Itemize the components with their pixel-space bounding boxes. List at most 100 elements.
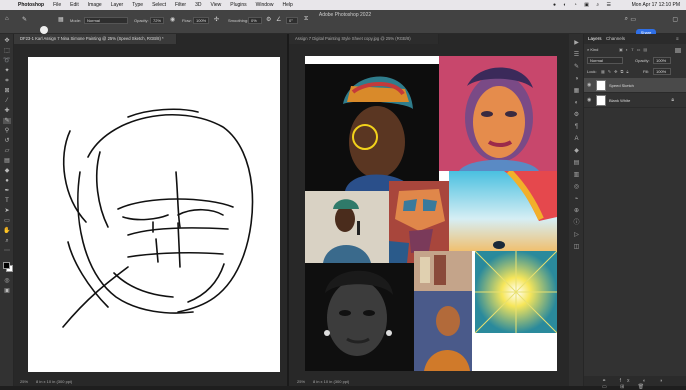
filter-type-icons[interactable]: ▣◐T▭▤ bbox=[619, 47, 650, 52]
hand-tool-icon[interactable]: ✋ bbox=[3, 228, 11, 234]
foreground-color-swatch[interactable] bbox=[3, 262, 10, 269]
zoom-tool-icon[interactable]: ⌕ bbox=[3, 238, 11, 244]
history-brush-icon[interactable]: ↺ bbox=[3, 138, 11, 144]
menu-edit[interactable]: Edit bbox=[70, 2, 79, 8]
swatches-panel-icon[interactable]: ▦ bbox=[573, 88, 580, 95]
panel-menu-icon[interactable]: ≡ bbox=[676, 36, 679, 41]
crop-tool-icon[interactable]: ⌗ bbox=[3, 78, 11, 84]
character-panel-icon[interactable]: A bbox=[573, 136, 580, 143]
frame-tool-icon[interactable]: ⊠ bbox=[3, 88, 11, 94]
pen-tool-icon[interactable]: ✒ bbox=[3, 188, 11, 194]
smoothing-settings-icon[interactable]: ⚙ bbox=[266, 16, 271, 23]
actions-panel-icon[interactable]: ▷ bbox=[573, 232, 580, 239]
marquee-tool-icon[interactable]: ⬚ bbox=[3, 48, 11, 54]
smoothing-input[interactable]: 0% bbox=[248, 17, 262, 24]
window-controls-icon[interactable]: ▢ bbox=[672, 16, 678, 23]
layer-comps-panel-icon[interactable]: ◫ bbox=[573, 244, 580, 251]
shapes-panel-icon[interactable]: ◆ bbox=[573, 148, 580, 155]
angle-input[interactable]: 0° bbox=[286, 17, 298, 24]
menu-view[interactable]: View bbox=[211, 2, 222, 8]
layer-name[interactable]: Blank White bbox=[609, 93, 630, 108]
menu-type[interactable]: Type bbox=[132, 2, 143, 8]
panel-opacity-label: Opacity: bbox=[635, 58, 650, 63]
color-panel-icon[interactable]: ◑ bbox=[573, 76, 580, 83]
layer-name[interactable]: Speed Sketch bbox=[609, 78, 634, 93]
brush-tool-icon[interactable]: ✎ bbox=[3, 118, 11, 124]
angle-icon[interactable]: ∠ bbox=[276, 16, 281, 23]
visibility-eye-icon[interactable]: ◉ bbox=[587, 93, 591, 108]
brush-preset-icon[interactable]: ✎ bbox=[22, 16, 27, 23]
airbrush-icon[interactable]: ✣ bbox=[214, 16, 219, 23]
opacity-input[interactable]: 72% bbox=[150, 17, 164, 24]
gradients-panel-icon[interactable]: ▥ bbox=[573, 172, 580, 179]
quick-mask-icon[interactable]: ◎ bbox=[3, 278, 11, 284]
more-tools-icon[interactable]: ⋯ bbox=[3, 248, 11, 254]
brush-size-dot[interactable] bbox=[40, 26, 48, 34]
filter-kind-select[interactable]: Kind bbox=[590, 47, 598, 52]
type-tool-icon[interactable]: T bbox=[3, 198, 11, 204]
eyedropper-icon[interactable]: ⁄ bbox=[3, 98, 11, 104]
healing-brush-icon[interactable]: ✚ bbox=[3, 108, 11, 114]
gradient-tool-icon[interactable]: ▤ bbox=[3, 158, 11, 164]
style-sheet-canvas[interactable] bbox=[305, 56, 557, 371]
fill-input[interactable]: 100% bbox=[653, 68, 671, 75]
pressure-opacity-icon[interactable]: ◉ bbox=[170, 16, 175, 23]
visibility-eye-icon[interactable]: ◉ bbox=[587, 78, 591, 93]
channels-panel-icon[interactable]: ◎ bbox=[573, 184, 580, 191]
menu-file[interactable]: File bbox=[53, 2, 61, 8]
brush-settings-icon[interactable]: ▦ bbox=[58, 16, 64, 23]
paths-panel-icon[interactable]: ⌁ bbox=[573, 196, 580, 203]
panel-opacity-input[interactable]: 100% bbox=[653, 57, 671, 64]
navigator-panel-icon[interactable]: ⊕ bbox=[573, 208, 580, 215]
menu-app-name[interactable]: Photoshop bbox=[18, 2, 44, 8]
flow-input[interactable]: 100% bbox=[193, 17, 209, 24]
adjustments-panel-icon[interactable]: ◐ bbox=[573, 100, 580, 107]
screen-mode-icon[interactable]: ▣ bbox=[3, 288, 11, 294]
layer-row-blank-white[interactable]: ◉ Blank White 🔒︎ bbox=[584, 93, 686, 108]
system-tray-icons[interactable]: ● ◐ ◔ ▣ ⌕ ☰ bbox=[553, 2, 614, 8]
menu-help[interactable]: Help bbox=[282, 2, 292, 8]
brushes-panel-icon[interactable]: ✎ bbox=[573, 64, 580, 71]
menu-image[interactable]: Image bbox=[88, 2, 102, 8]
home-icon[interactable]: ⌂ bbox=[5, 16, 9, 22]
menu-layer[interactable]: Layer bbox=[111, 2, 124, 8]
menu-window[interactable]: Window bbox=[256, 2, 274, 8]
tab-layers[interactable]: Layers bbox=[588, 36, 602, 41]
path-selection-icon[interactable]: ➤ bbox=[3, 208, 11, 214]
properties-panel-icon[interactable]: ⚙ bbox=[573, 112, 580, 119]
layer-row-speed-sketch[interactable]: ◉ Speed Sketch bbox=[584, 78, 686, 93]
lock-options-icons[interactable]: ▦✎✥⧉🔒︎ bbox=[601, 69, 631, 74]
tab-right-document[interactable]: Assign 7 Digital Painting Style Sheet co… bbox=[289, 34, 439, 44]
tab-left-document[interactable]: DF23-1 Karl Assign 7 Nina Simone Paintin… bbox=[14, 34, 177, 44]
filter-search-icon[interactable]: ⌕ bbox=[587, 47, 589, 52]
search-icon[interactable]: ⌕ bbox=[625, 16, 628, 23]
reference-performer-collage bbox=[414, 251, 472, 371]
dodge-tool-icon[interactable]: ● bbox=[3, 178, 11, 184]
magic-wand-icon[interactable]: ✦ bbox=[3, 68, 11, 74]
reference-sunset-scene bbox=[449, 171, 557, 251]
history-panel-icon[interactable]: ▶ bbox=[573, 40, 580, 47]
eraser-tool-icon[interactable]: ▱ bbox=[3, 148, 11, 154]
blur-tool-icon[interactable]: ◆ bbox=[3, 168, 11, 174]
libraries-panel-icon[interactable]: ☰ bbox=[573, 52, 580, 59]
speed-sketch-drawing bbox=[62, 108, 254, 328]
menu-plugins[interactable]: Plugins bbox=[230, 2, 246, 8]
tab-channels[interactable]: Channels bbox=[606, 36, 625, 41]
lasso-tool-icon[interactable]: ➰ bbox=[3, 58, 11, 64]
workspace-icon[interactable]: ▭ bbox=[630, 16, 636, 23]
paragraph-panel-icon[interactable]: ¶ bbox=[573, 124, 580, 131]
menu-3d[interactable]: 3D bbox=[195, 2, 201, 8]
filter-toggle-switch[interactable] bbox=[675, 48, 681, 53]
clone-stamp-icon[interactable]: ⚲ bbox=[3, 128, 11, 134]
layer-footer-icons[interactable]: ⚭ fx ◐ ◑ ▭ ⊞ 🗑︎ bbox=[602, 378, 686, 390]
symmetry-icon[interactable]: ⧖ bbox=[304, 16, 308, 23]
rectangle-tool-icon[interactable]: ▭ bbox=[3, 218, 11, 224]
patterns-panel-icon[interactable]: ▤ bbox=[573, 160, 580, 167]
move-tool-icon[interactable]: ✥ bbox=[3, 38, 11, 44]
menu-filter[interactable]: Filter bbox=[175, 2, 186, 8]
mode-select[interactable]: Normal bbox=[84, 17, 128, 24]
sketch-canvas[interactable] bbox=[28, 57, 280, 372]
menu-select[interactable]: Select bbox=[152, 2, 166, 8]
blend-mode-select[interactable]: Normal bbox=[587, 57, 623, 64]
info-panel-icon[interactable]: ⓘ bbox=[573, 220, 580, 227]
